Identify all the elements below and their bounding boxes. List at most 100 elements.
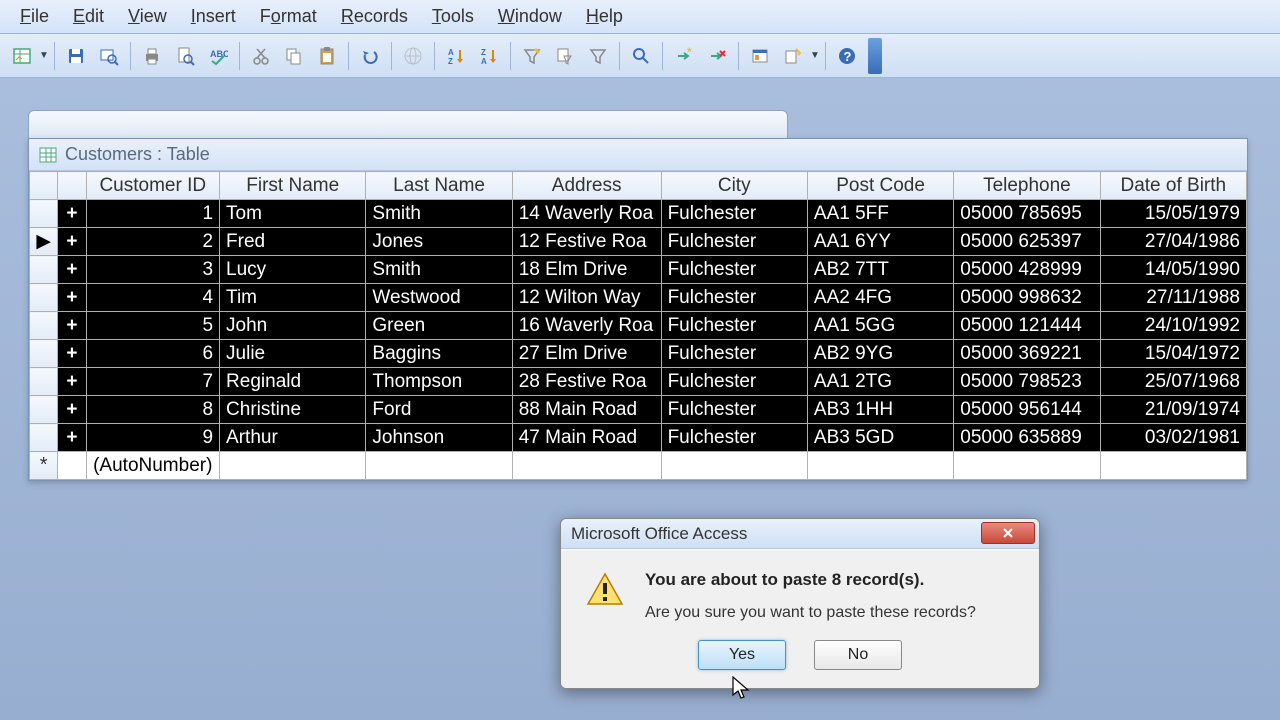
new-object-dropdown-arrow[interactable]: ▼ (810, 50, 820, 61)
cell[interactable]: 27/04/1986 (1100, 228, 1246, 256)
filter-selection-button[interactable] (516, 40, 548, 72)
cell[interactable]: Arthur (220, 424, 366, 452)
row-selector[interactable] (30, 200, 58, 228)
cell[interactable]: Christine (220, 396, 366, 424)
dialog-close-button[interactable] (981, 522, 1035, 544)
yes-button[interactable]: Yes (698, 640, 786, 670)
cell[interactable]: 88 Main Road (512, 396, 661, 424)
cell[interactable]: 27 Elm Drive (512, 340, 661, 368)
cell[interactable]: 05000 625397 (954, 228, 1100, 256)
expand-toggle[interactable]: + (58, 368, 86, 396)
column-header[interactable]: Date of Birth (1100, 172, 1246, 200)
find-button[interactable] (625, 40, 657, 72)
row-selector[interactable]: * (30, 452, 58, 480)
sort-asc-button[interactable]: AZ (440, 40, 472, 72)
help-button[interactable]: ? (831, 40, 863, 72)
new-record-button[interactable]: * (668, 40, 700, 72)
cell[interactable]: AA1 2TG (807, 368, 953, 396)
expand-toggle[interactable]: + (58, 424, 86, 452)
cell[interactable]: Fulchester (661, 284, 807, 312)
menu-file[interactable]: File (8, 2, 61, 31)
cell[interactable]: Reginald (220, 368, 366, 396)
cell[interactable]: 05000 369221 (954, 340, 1100, 368)
cell[interactable]: Fulchester (661, 228, 807, 256)
row-selector[interactable]: ▶ (30, 228, 58, 256)
new-record-row[interactable]: * (AutoNumber) (30, 452, 1247, 480)
cell[interactable]: 3 (86, 256, 220, 284)
table-row[interactable]: +4TimWestwood12 Wilton WayFulchesterAA2 … (30, 284, 1247, 312)
table-row[interactable]: +6JulieBaggins27 Elm DriveFulchesterAB2 … (30, 340, 1247, 368)
expand-toggle[interactable]: + (58, 312, 86, 340)
cell[interactable]: 12 Festive Roa (512, 228, 661, 256)
menu-tools[interactable]: Tools (420, 2, 486, 31)
cell[interactable]: 14 Waverly Roa (512, 200, 661, 228)
view-dropdown-arrow[interactable]: ▼ (39, 50, 49, 61)
expand-toggle[interactable]: + (58, 200, 86, 228)
menu-insert[interactable]: Insert (179, 2, 248, 31)
cell[interactable]: Westwood (366, 284, 512, 312)
cell[interactable]: Smith (366, 256, 512, 284)
row-selector[interactable] (30, 312, 58, 340)
save-button[interactable] (60, 40, 92, 72)
new-object-button[interactable] (777, 40, 809, 72)
cell[interactable]: AB2 9YG (807, 340, 953, 368)
cell[interactable]: 16 Waverly Roa (512, 312, 661, 340)
cell[interactable]: AA1 5GG (807, 312, 953, 340)
select-all-corner[interactable] (30, 172, 58, 200)
cut-button[interactable] (245, 40, 277, 72)
column-header[interactable]: Address (512, 172, 661, 200)
cell[interactable]: 25/07/1968 (1100, 368, 1246, 396)
cell[interactable]: 47 Main Road (512, 424, 661, 452)
table-row[interactable]: +7ReginaldThompson28 Festive RoaFulchest… (30, 368, 1247, 396)
cell[interactable]: Smith (366, 200, 512, 228)
cell[interactable]: 4 (86, 284, 220, 312)
sort-desc-button[interactable]: ZA (473, 40, 505, 72)
cell[interactable]: 2 (86, 228, 220, 256)
cell[interactable]: 9 (86, 424, 220, 452)
cell[interactable]: Fulchester (661, 312, 807, 340)
menu-edit[interactable]: Edit (61, 2, 116, 31)
expand-toggle[interactable]: + (58, 256, 86, 284)
cell[interactable]: 1 (86, 200, 220, 228)
cell[interactable]: 14/05/1990 (1100, 256, 1246, 284)
cell[interactable]: Fulchester (661, 340, 807, 368)
view-button[interactable] (6, 40, 38, 72)
row-selector[interactable] (30, 368, 58, 396)
cell[interactable]: Julie (220, 340, 366, 368)
paste-button[interactable] (311, 40, 343, 72)
no-button[interactable]: No (814, 640, 902, 670)
table-row[interactable]: +1TomSmith14 Waverly RoaFulchesterAA1 5F… (30, 200, 1247, 228)
cell[interactable]: AB3 1HH (807, 396, 953, 424)
cell[interactable]: Johnson (366, 424, 512, 452)
cell[interactable]: 05000 956144 (954, 396, 1100, 424)
cell[interactable]: Fulchester (661, 256, 807, 284)
cell[interactable]: Fulchester (661, 368, 807, 396)
cell[interactable]: Fulchester (661, 200, 807, 228)
expand-toggle[interactable]: + (58, 396, 86, 424)
menu-records[interactable]: Records (329, 2, 420, 31)
cell[interactable]: 05000 998632 (954, 284, 1100, 312)
cell[interactable]: Tim (220, 284, 366, 312)
cell[interactable]: AB3 5GD (807, 424, 953, 452)
cell[interactable]: Fulchester (661, 396, 807, 424)
hyperlink-button[interactable] (397, 40, 429, 72)
cell[interactable] (954, 452, 1100, 480)
column-header[interactable]: Customer ID (86, 172, 220, 200)
cell[interactable]: AA2 4FG (807, 284, 953, 312)
row-selector[interactable] (30, 424, 58, 452)
cell[interactable] (1100, 452, 1246, 480)
cell[interactable]: 24/10/1992 (1100, 312, 1246, 340)
toolbar-overflow[interactable] (868, 38, 882, 74)
cell[interactable] (220, 452, 366, 480)
cell[interactable]: (AutoNumber) (86, 452, 220, 480)
cell[interactable]: Thompson (366, 368, 512, 396)
cell[interactable]: 18 Elm Drive (512, 256, 661, 284)
row-selector[interactable] (30, 396, 58, 424)
cell[interactable]: 5 (86, 312, 220, 340)
table-row[interactable]: +5JohnGreen16 Waverly RoaFulchesterAA1 5… (30, 312, 1247, 340)
cell[interactable]: 15/05/1979 (1100, 200, 1246, 228)
spelling-button[interactable]: ABC (202, 40, 234, 72)
cell[interactable]: Green (366, 312, 512, 340)
cell[interactable]: 21/09/1974 (1100, 396, 1246, 424)
cell[interactable] (807, 452, 953, 480)
